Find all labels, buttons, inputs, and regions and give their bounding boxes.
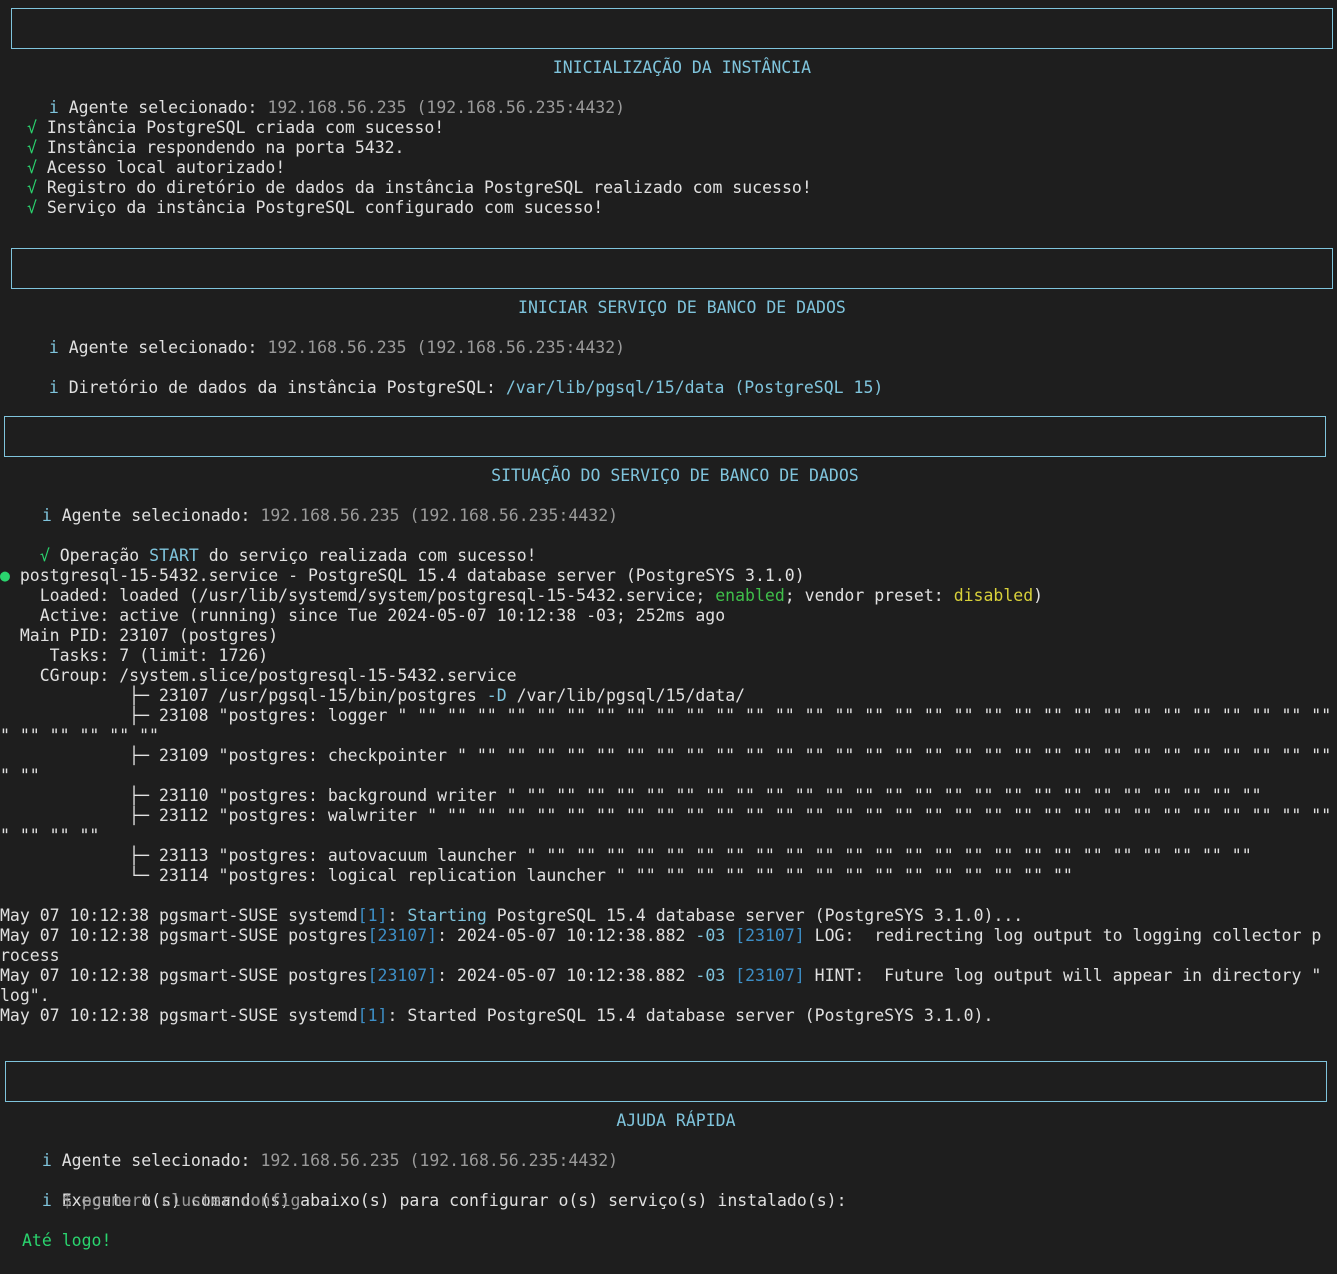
process-tree-line: ├─ 23113 "postgres: autovacuum launcher … [0, 846, 1252, 865]
journal-line: May 07 10:12:38 pgsmart-SUSE systemd[1]:… [0, 1006, 994, 1025]
info-icon: i [48, 98, 59, 117]
journal-line: May 07 10:12:38 pgsmart-SUSE systemd[1]:… [0, 906, 1024, 925]
info-icon: i [48, 378, 59, 397]
section-title: AJUDA RÁPIDA [616, 1111, 736, 1130]
section-header-start: INICIAR SERVIÇO DE BANCO DE DADOS [11, 248, 1333, 317]
success-line: √ Serviço da instância PostgreSQL config… [27, 198, 604, 217]
data-dir-path: /var/lib/pgsql/15/data (PostgreSQL 15) [505, 378, 884, 397]
process-tree-wrap: " "" "" "" [0, 826, 100, 845]
info-icon: i [41, 1151, 52, 1170]
status-dot-icon: ● [0, 566, 10, 585]
loaded-line: Loaded: loaded (/usr/lib/systemd/system/… [0, 586, 1044, 605]
journal-line: May 07 10:12:38 pgsmart-SUSE postgres[23… [0, 966, 1322, 985]
section-title: SITUAÇÃO DO SERVIÇO DE BANCO DE DADOS [491, 466, 859, 485]
agent-line: i Agente selecionado: 192.168.56.235 (19… [29, 78, 625, 117]
main-pid-line: Main PID: 23107 (postgres) [0, 626, 279, 645]
enabled-status: enabled [715, 586, 785, 605]
check-icon: √ [27, 138, 37, 157]
exec-instruction-line: i Execute o(s) comando(s) abaixo(s) para… [41, 1191, 847, 1210]
operation-line: √ Operação START do serviço realizada co… [39, 546, 537, 565]
process-tree-wrap: " "" "" "" "" "" [0, 726, 159, 745]
process-tree-line: ├─ 23109 "postgres: checkpointer " "" ""… [0, 746, 1337, 765]
disabled-status: disabled [953, 586, 1034, 605]
success-line: √ Registro do diretório de dados da inst… [27, 178, 812, 197]
success-line: √ Acesso local autorizado! [27, 158, 286, 177]
success-line: √ Instância PostgreSQL criada com sucess… [27, 118, 445, 137]
check-icon: √ [27, 198, 37, 217]
agent-label: Agente selecionado: [68, 98, 258, 117]
agent-line: i Agente selecionado: 192.168.56.235 (19… [41, 1151, 619, 1170]
process-tree-line: ├─ 23107 /usr/pgsql-15/bin/postgres -D /… [0, 686, 746, 705]
info-icon: i [41, 1191, 52, 1210]
tasks-line: Tasks: 7 (limit: 1726) [0, 646, 269, 665]
section-title: INICIAR SERVIÇO DE BANCO DE DADOS [518, 298, 846, 317]
command-hint: $ pgsmart cluster config [62, 1191, 301, 1210]
section-header-help: AJUDA RÁPIDA [5, 1061, 1327, 1130]
process-tree-line: └─ 23114 "postgres: logical replication … [0, 866, 1073, 885]
journal-line: May 07 10:12:38 pgsmart-SUSE postgres[23… [0, 926, 1322, 945]
goodbye-message: Até logo! [22, 1231, 112, 1250]
process-tree-line: ├─ 23110 "postgres: background writer " … [0, 786, 1262, 805]
section-header-init: INICIALIZAÇÃO DA INSTÂNCIA [11, 8, 1333, 77]
service-header-line: ● postgresql-15-5432.service - PostgreSQ… [0, 566, 805, 585]
operation-keyword: START [149, 546, 199, 565]
active-line: Active: active (running) since Tue 2024-… [0, 606, 726, 625]
info-icon: i [48, 338, 59, 357]
check-icon: √ [27, 158, 37, 177]
flag-option: -D [486, 686, 507, 705]
process-tree-line: ├─ 23112 "postgres: walwriter " "" "" ""… [0, 806, 1337, 825]
data-dir-line: i Diretório de dados da instância Postgr… [48, 378, 884, 397]
process-tree-wrap: " "" [0, 766, 40, 785]
check-icon: √ [27, 118, 37, 137]
agent-value: 192.168.56.235 (192.168.56.235:4432) [267, 98, 626, 117]
section-header-status: SITUAÇÃO DO SERVIÇO DE BANCO DE DADOS [4, 416, 1326, 485]
agent-line: i Agente selecionado: 192.168.56.235 (19… [48, 338, 626, 357]
agent-line: i Agente selecionado: 192.168.56.235 (19… [41, 506, 619, 525]
cgroup-line: CGroup: /system.slice/postgresql-15-5432… [0, 666, 517, 685]
section-title: INICIALIZAÇÃO DA INSTÂNCIA [552, 58, 812, 77]
check-icon: √ [27, 178, 37, 197]
success-line: √ Instância respondendo na porta 5432. [27, 138, 405, 157]
process-tree-line: ├─ 23108 "postgres: logger " "" "" "" ""… [0, 706, 1337, 725]
info-icon: i [41, 506, 52, 525]
journal-wrap: log". [0, 986, 50, 1005]
check-icon: √ [39, 546, 50, 565]
journal-wrap: rocess [0, 946, 60, 965]
